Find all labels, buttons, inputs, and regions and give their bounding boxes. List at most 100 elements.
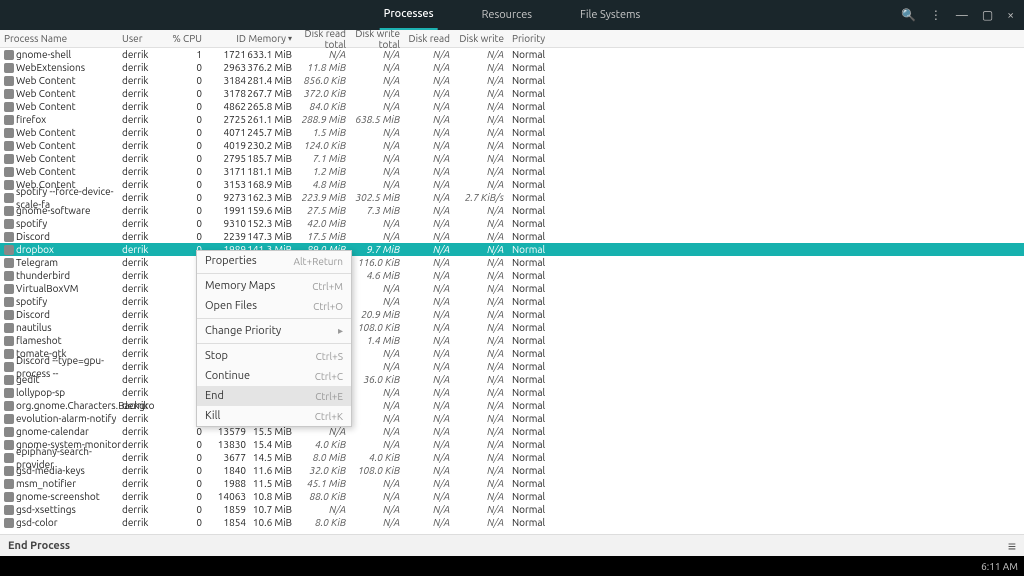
cell-drt: 288.9 MiB <box>296 113 350 126</box>
col-disk-write-total[interactable]: Disk write total <box>350 28 404 50</box>
table-row[interactable]: spotifyderrik09310152.3 MiB42.0 MiBN/AN/… <box>0 217 1024 230</box>
search-icon[interactable]: 🔍 <box>901 8 916 22</box>
cell-cpu: 0 <box>166 139 208 152</box>
menu-item-stop[interactable]: StopCtrl+S <box>197 346 351 366</box>
table-row[interactable]: DiscordderrikiB20.9 MiBN/AN/ANormal <box>0 308 1024 321</box>
table-row[interactable]: gnome-calendarderrik01357915.5 MiBN/AN/A… <box>0 425 1024 438</box>
cell-user: derrik <box>122 191 166 204</box>
kebab-menu-icon[interactable]: ⋮ <box>930 8 942 22</box>
menu-item-label: Memory Maps <box>205 280 275 292</box>
cell-dw: N/A <box>454 139 508 152</box>
close-icon[interactable]: × <box>1007 9 1014 22</box>
table-row[interactable]: Web Contentderrik03178267.7 MiB372.0 KiB… <box>0 87 1024 100</box>
cell-dr: N/A <box>404 451 454 464</box>
cell-user: derrik <box>122 334 166 347</box>
table-row[interactable]: Web Contentderrik03171181.1 MiB1.2 MiBN/… <box>0 165 1024 178</box>
col-id[interactable]: ID <box>208 33 246 44</box>
table-row[interactable]: spotifyderrikiBN/AN/AN/ANormal <box>0 295 1024 308</box>
menu-item-kill[interactable]: KillCtrl+K <box>197 406 351 426</box>
cell-cpu: 0 <box>166 516 208 529</box>
menu-item-change-priority[interactable]: Change Priority▸ <box>197 321 351 341</box>
cell-memory: 185.7 MiB <box>246 152 296 165</box>
col-user[interactable]: User <box>122 33 166 44</box>
cell-id: 1840 <box>208 464 246 477</box>
table-row[interactable]: Web Contentderrik04862265.8 MiB84.0 KiBN… <box>0 100 1024 113</box>
menu-item-accel: Ctrl+C <box>315 371 343 382</box>
cell-id: 1721 <box>208 48 246 61</box>
menu-item-memory-maps[interactable]: Memory MapsCtrl+M <box>197 276 351 296</box>
table-row[interactable]: Discordderrik02239147.3 MiB17.5 MiBN/AN/… <box>0 230 1024 243</box>
cell-priority: Normal <box>508 360 558 373</box>
cell-user: derrik <box>122 516 166 529</box>
end-process-button[interactable]: End Process <box>8 540 70 552</box>
process-icon <box>4 362 14 372</box>
menu-item-properties[interactable]: PropertiesAlt+Return <box>197 251 351 271</box>
tab-resources[interactable]: Resources <box>478 0 536 30</box>
col-memory[interactable]: Memory <box>246 33 296 44</box>
table-row[interactable]: Web Contentderrik03153168.9 MiB4.8 MiBN/… <box>0 178 1024 191</box>
cell-dr: N/A <box>404 360 454 373</box>
table-row[interactable]: thunderbirdderrik4.6 MiBN/AN/ANormal <box>0 269 1024 282</box>
table-row[interactable]: gnome-system-monitorderrik01383015.4 MiB… <box>0 438 1024 451</box>
cell-dw: N/A <box>454 321 508 334</box>
cell-memory: 261.1 MiB <box>246 113 296 126</box>
table-row[interactable]: org.gnome.Characters.Backgroderrik/AN/AN… <box>0 399 1024 412</box>
table-row[interactable]: lollypop-spderrikiBN/AN/AN/ANormal <box>0 386 1024 399</box>
table-row[interactable]: Discord --type=gpu-process --derrik/AN/A… <box>0 360 1024 373</box>
tab-filesystems[interactable]: File Systems <box>576 0 644 30</box>
cell-dwt: N/A <box>350 282 404 295</box>
table-row[interactable]: gnome-softwarederrik01991159.6 MiB27.5 M… <box>0 204 1024 217</box>
cell-dwt: N/A <box>350 230 404 243</box>
cell-drt: 42.0 MiB <box>296 217 350 230</box>
table-row[interactable]: WebExtensionsderrik02963376.2 MiB11.8 Mi… <box>0 61 1024 74</box>
process-name: nautilus <box>16 321 52 334</box>
table-row[interactable]: gnome-screenshotderrik01406310.8 MiB88.0… <box>0 490 1024 503</box>
table-row[interactable]: Web Contentderrik04019230.2 MiB124.0 KiB… <box>0 139 1024 152</box>
col-priority[interactable]: Priority <box>508 33 558 44</box>
process-icon <box>4 50 14 60</box>
table-row[interactable]: msm_notifierderrik0198811.5 MiB45.1 MiBN… <box>0 477 1024 490</box>
tab-processes[interactable]: Processes <box>380 0 438 30</box>
cell-drt: 84.0 KiB <box>296 100 350 113</box>
col-process-name[interactable]: Process Name <box>0 33 122 44</box>
menu-item-continue[interactable]: ContinueCtrl+C <box>197 366 351 386</box>
process-table[interactable]: gnome-shellderrik11721633.1 MiBN/AN/AN/A… <box>0 48 1024 530</box>
col-disk-write[interactable]: Disk write <box>454 33 508 44</box>
cell-dr: N/A <box>404 191 454 204</box>
cell-user: derrik <box>122 386 166 399</box>
table-row[interactable]: Web Contentderrik03184281.4 MiB856.0 KiB… <box>0 74 1024 87</box>
table-row[interactable]: flameshotderrikiB1.4 MiBN/AN/ANormal <box>0 334 1024 347</box>
process-icon <box>4 102 14 112</box>
process-icon <box>4 193 14 203</box>
cell-cpu: 0 <box>166 464 208 477</box>
table-row[interactable]: gsd-media-keysderrik0184011.6 MiB32.0 Ki… <box>0 464 1024 477</box>
menu-item-end[interactable]: EndCtrl+E <box>197 386 351 406</box>
menu-item-label: Stop <box>205 350 228 362</box>
table-row[interactable]: spotify --force-device-scale-faderrik092… <box>0 191 1024 204</box>
col-disk-read-total[interactable]: Disk read total <box>296 28 350 50</box>
cell-priority: Normal <box>508 386 558 399</box>
table-row[interactable]: VirtualBoxVMderrik/AN/AN/AN/ANormal <box>0 282 1024 295</box>
table-row[interactable]: firefoxderrik02725261.1 MiB288.9 MiB638.… <box>0 113 1024 126</box>
table-row[interactable]: epiphany-search-providerderrik0367714.5 … <box>0 451 1024 464</box>
cell-dw: N/A <box>454 386 508 399</box>
table-row[interactable]: dropboxderrik01989141.3 MiB89.0 MiB9.7 M… <box>0 243 1024 256</box>
maximize-icon[interactable]: ▢ <box>982 8 993 22</box>
hamburger-menu-icon[interactable]: ≡ <box>1008 538 1016 554</box>
menu-item-accel: Ctrl+E <box>315 391 343 402</box>
col-disk-read[interactable]: Disk read <box>404 33 454 44</box>
table-row[interactable]: gsd-colorderrik0185410.6 MiB8.0 KiBN/AN/… <box>0 516 1024 529</box>
table-row[interactable]: nautilusderrikiB108.0 KiBN/AN/ANormal <box>0 321 1024 334</box>
table-row[interactable]: Web Contentderrik02795185.7 MiB7.1 MiBN/… <box>0 152 1024 165</box>
table-row[interactable]: geditderrik/A36.0 KiBN/AN/ANormal <box>0 373 1024 386</box>
table-row[interactable]: tomate-gtkderrik/AN/AN/AN/ANormal <box>0 347 1024 360</box>
minimize-icon[interactable]: — <box>956 9 968 22</box>
menu-item-open-files[interactable]: Open FilesCtrl+O <box>197 296 351 316</box>
table-row[interactable]: gsd-xsettingsderrik0185910.7 MiBN/AN/AN/… <box>0 503 1024 516</box>
table-row[interactable]: gnome-shellderrik11721633.1 MiBN/AN/AN/A… <box>0 48 1024 61</box>
cell-priority: Normal <box>508 100 558 113</box>
table-row[interactable]: Web Contentderrik04071245.7 MiB1.5 MiBN/… <box>0 126 1024 139</box>
col-cpu[interactable]: % CPU <box>166 33 208 44</box>
table-row[interactable]: evolution-alarm-notifyderrik0198215.6 Mi… <box>0 412 1024 425</box>
table-row[interactable]: Telegramderrik116.0 KiBN/AN/ANormal <box>0 256 1024 269</box>
